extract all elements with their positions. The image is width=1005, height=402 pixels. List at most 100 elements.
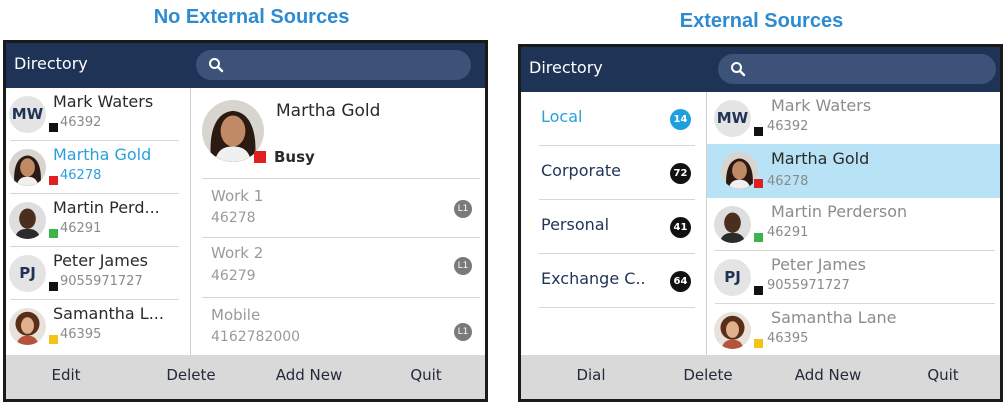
avatar: PJ (9, 255, 46, 292)
avatar-photo (9, 149, 46, 186)
status-red-icon (254, 151, 266, 163)
contact-row[interactable]: Martin Perderson 46291 (711, 198, 1000, 251)
phone-screen-external-sources: Directory Local 14 Corporate 72 Personal… (518, 44, 1003, 402)
add-new-softkey[interactable]: Add New (264, 366, 354, 384)
presence-status: Busy (274, 148, 315, 166)
avatar-photo (9, 202, 46, 239)
contact-name: Martha Gold (53, 145, 152, 164)
avatar: MW (9, 96, 46, 133)
detail-entry-work2[interactable]: Work 2 46279 L1 (202, 238, 480, 296)
softkey-bar: Edit Delete Add New Quit (6, 355, 485, 399)
contact-row[interactable]: PJ Peter James 9055971727 (711, 251, 1000, 304)
contact-row[interactable]: PJ Peter James 9055971727 (6, 247, 187, 300)
count-badge: 14 (670, 109, 691, 130)
line-badge-icon: L1 (454, 257, 472, 275)
contact-number: 46395 (767, 331, 809, 346)
entry-label: Work 1 (211, 187, 264, 205)
status-black-icon (49, 282, 58, 291)
quit-softkey[interactable]: Quit (913, 366, 973, 384)
contact-row-selected[interactable]: Martha Gold 46278 (6, 141, 187, 194)
contact-number: 46278 (767, 174, 809, 189)
contact-name: Martin Perd... (53, 198, 160, 217)
source-corporate[interactable]: Corporate 72 (521, 146, 707, 200)
contact-name: Mark Waters (53, 92, 154, 111)
source-local[interactable]: Local 14 (521, 92, 707, 146)
add-new-softkey[interactable]: Add New (783, 366, 873, 384)
status-red-icon (49, 176, 58, 185)
source-label: Exchange C.. (541, 269, 646, 288)
delete-softkey[interactable]: Delete (156, 366, 226, 384)
status-black-icon (754, 127, 763, 136)
source-personal[interactable]: Personal 41 (521, 200, 707, 254)
source-label: Personal (541, 215, 610, 234)
column-divider (190, 88, 191, 358)
contact-row[interactable]: Samantha L... 46395 (6, 300, 187, 353)
contact-name: Martin Perderson (771, 202, 908, 221)
detail-contact-name: Martha Gold (276, 101, 381, 121)
column-divider (706, 92, 707, 361)
line-badge-icon: L1 (454, 323, 472, 341)
status-green-icon (49, 229, 58, 238)
count-badge: 64 (670, 271, 691, 292)
search-icon (208, 57, 224, 73)
count-badge: 41 (670, 217, 691, 238)
quit-softkey[interactable]: Quit (396, 366, 456, 384)
contact-number: 46392 (60, 115, 102, 130)
contact-name: Mark Waters (771, 96, 872, 115)
count-badge: 72 (670, 163, 691, 184)
avatar-photo (714, 312, 751, 349)
entry-value: 4162782000 (211, 329, 301, 345)
delete-softkey[interactable]: Delete (673, 366, 743, 384)
source-label: Corporate (541, 161, 621, 180)
source-exchange[interactable]: Exchange C.. 64 (521, 254, 707, 308)
search-field[interactable] (718, 54, 996, 84)
line-badge-icon: L1 (454, 200, 472, 218)
contact-name: Samantha Lane (771, 308, 897, 327)
status-red-icon (754, 179, 763, 188)
avatar-photo (9, 308, 46, 345)
status-black-icon (754, 286, 763, 295)
status-yellow-icon (754, 339, 763, 348)
dial-softkey[interactable]: Dial (561, 366, 621, 384)
contact-row-highlighted[interactable]: Martha Gold 46278 (707, 144, 1000, 198)
entry-value: 46278 (211, 210, 256, 226)
source-label: Local (541, 107, 583, 126)
contact-name: Peter James (53, 251, 148, 270)
contact-name: Martha Gold (771, 149, 870, 168)
detail-entry-mobile[interactable]: Mobile 4162782000 L1 (202, 298, 480, 356)
avatar: PJ (714, 259, 751, 296)
edit-softkey[interactable]: Edit (36, 366, 96, 384)
entry-label: Mobile (211, 306, 261, 324)
contact-number: 9055971727 (767, 278, 850, 293)
contact-row[interactable]: Martin Perd... 46291 (6, 194, 187, 247)
contact-number: 46395 (60, 327, 102, 342)
entry-value: 46279 (211, 268, 256, 284)
entry-label: Work 2 (211, 244, 264, 262)
directory-header: Directory (6, 43, 485, 88)
avatar-photo (721, 152, 758, 189)
detail-entry-work1[interactable]: Work 1 46278 L1 (202, 179, 480, 237)
status-yellow-icon (49, 335, 58, 344)
search-field[interactable] (196, 50, 471, 80)
contact-row[interactable]: MW Mark Waters 46392 (6, 88, 187, 141)
contact-number: 46392 (767, 119, 809, 134)
directory-title: Directory (14, 54, 88, 73)
caption-no-external-sources: No External Sources (153, 6, 350, 28)
contact-number: 46291 (767, 225, 809, 240)
contact-row[interactable]: Samantha Lane 46395 (711, 304, 1000, 357)
contact-number: 46291 (60, 221, 102, 236)
directory-title: Directory (529, 58, 603, 77)
contact-name: Peter James (771, 255, 866, 274)
contact-number: 9055971727 (60, 274, 143, 289)
contact-name: Samantha L... (53, 304, 164, 323)
avatar: MW (714, 100, 751, 137)
status-black-icon (49, 123, 58, 132)
caption-external-sources: External Sources (679, 10, 844, 32)
contact-row[interactable]: MW Mark Waters 46392 (711, 92, 1000, 145)
status-green-icon (754, 233, 763, 242)
phone-screen-no-external-sources: Directory MW Mark Waters 46392 Martha Go… (3, 40, 488, 402)
contact-number: 46278 (60, 168, 102, 183)
directory-header: Directory (521, 47, 1000, 92)
search-icon (730, 61, 746, 77)
softkey-bar: Dial Delete Add New Quit (521, 355, 1000, 399)
